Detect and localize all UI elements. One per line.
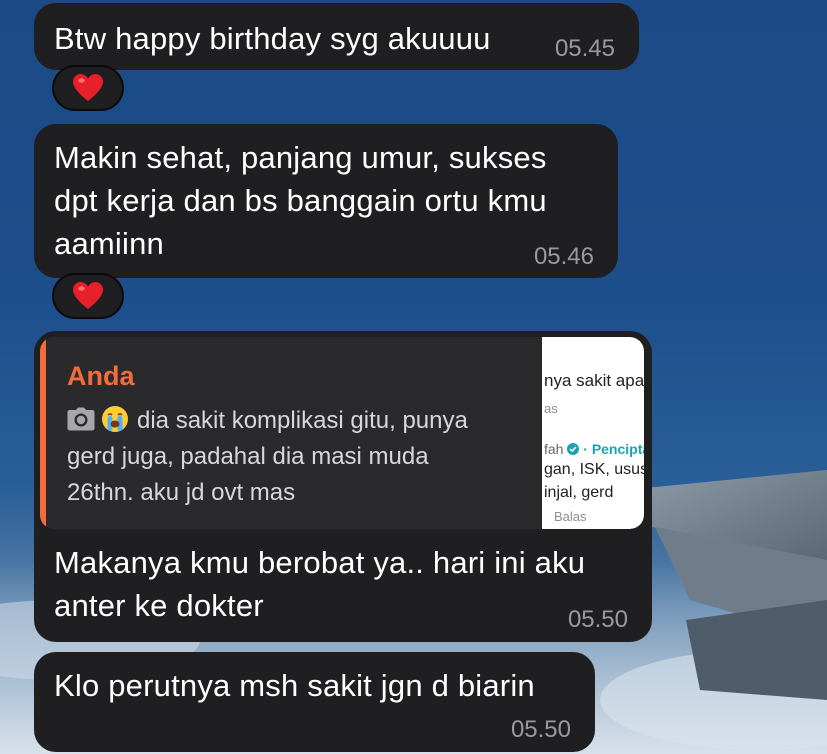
reply-quote-thumbnail: nya sakit apa? as fah · Pencipta gan, IS… bbox=[542, 337, 644, 529]
message-timestamp: 05.50 bbox=[510, 716, 571, 743]
thumbnail-reply-label: Balas bbox=[554, 509, 587, 524]
thumbnail-text-line: gan, ISK, usus bbox=[544, 461, 644, 478]
message-bubble-with-reply[interactable]: Anda dia sakit komplikasi gitu, punya ge… bbox=[34, 331, 652, 642]
reaction-badge[interactable] bbox=[52, 65, 124, 111]
reply-quote-accent-bar bbox=[40, 337, 46, 529]
message-timestamp: 05.46 bbox=[533, 243, 594, 270]
thumbnail-tag-label: Pencipta bbox=[591, 441, 644, 457]
reply-quote-text: dia sakit komplikasi gitu, punya gerd ju… bbox=[67, 403, 537, 511]
message-timestamp: 05.50 bbox=[567, 606, 628, 633]
thumbnail-author-name: fah bbox=[544, 441, 564, 457]
thumbnail-text-line: as bbox=[544, 401, 558, 416]
message-text: Makanya kmu berobat ya.. hari ini aku an… bbox=[54, 545, 586, 623]
heart-icon bbox=[73, 282, 103, 309]
message-text: Makin sehat, panjang umur, sukses dpt ke… bbox=[54, 140, 547, 261]
message-bubble[interactable]: Btw happy birthday syg akuuuu 05.45 bbox=[34, 3, 639, 70]
message-text: Btw happy birthday syg akuuuu bbox=[54, 21, 491, 56]
thumbnail-author: fah · Pencipta bbox=[544, 441, 644, 457]
thumbnail-text-line: nya sakit apa? bbox=[544, 371, 644, 390]
message-bubble[interactable]: Klo perutnya msh sakit jgn d biarin 05.5… bbox=[34, 652, 595, 752]
crying-face-emoji bbox=[102, 406, 128, 432]
reply-quote-author: Anda bbox=[67, 361, 135, 391]
message-text: Klo perutnya msh sakit jgn d biarin bbox=[54, 668, 535, 703]
thumbnail-text-line: injal, gerd bbox=[544, 484, 614, 501]
thumbnail-tag: · Pencipta bbox=[583, 441, 644, 457]
reply-quote[interactable]: Anda dia sakit komplikasi gitu, punya ge… bbox=[40, 337, 644, 529]
message-timestamp: 05.45 bbox=[554, 35, 615, 62]
reaction-badge[interactable] bbox=[52, 273, 124, 319]
message-bubble[interactable]: Makin sehat, panjang umur, sukses dpt ke… bbox=[34, 124, 618, 278]
verified-icon bbox=[567, 443, 580, 455]
camera-icon bbox=[67, 407, 95, 431]
heart-icon bbox=[73, 74, 103, 101]
